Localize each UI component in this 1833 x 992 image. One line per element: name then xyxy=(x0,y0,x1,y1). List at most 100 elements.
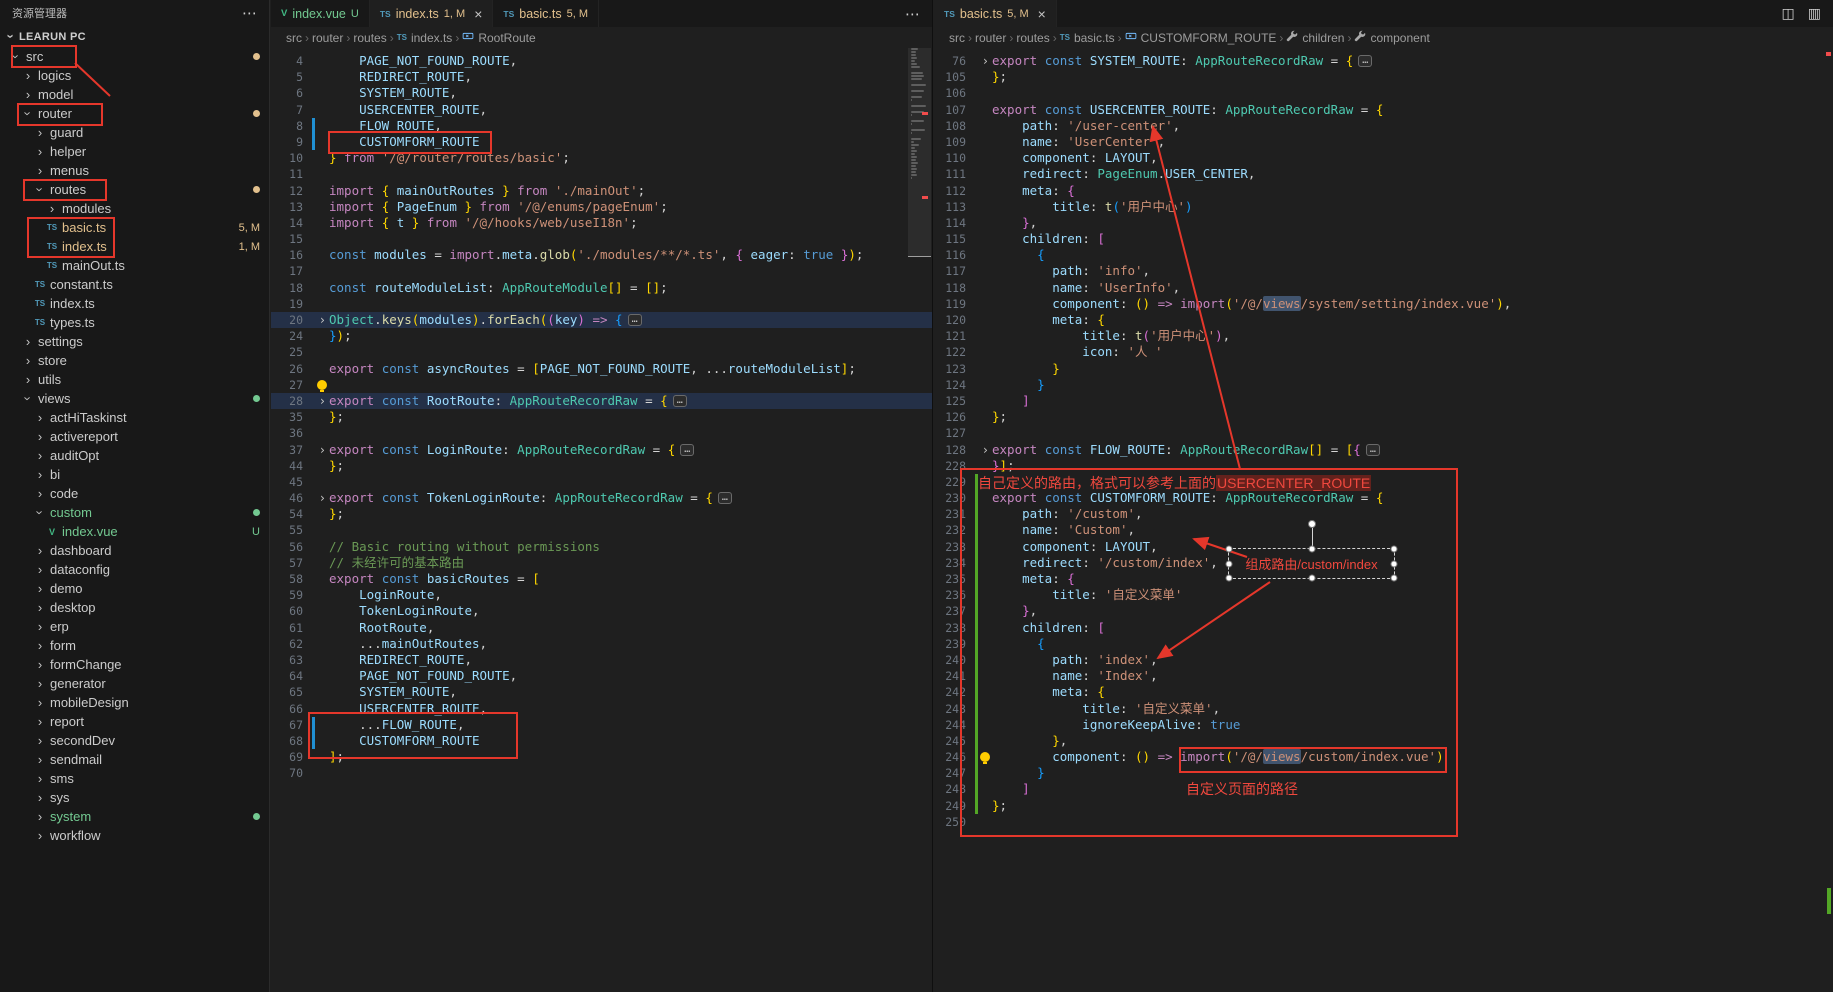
breadcrumb-item-basic.ts[interactable]: TSbasic.ts xyxy=(1060,31,1115,45)
chevron-right-icon[interactable]: › xyxy=(32,467,48,482)
code-line[interactable]: 229 xyxy=(934,474,1833,490)
code-line[interactable]: 63 REDIRECT_ROUTE, xyxy=(271,652,932,668)
code-line[interactable]: 24}); xyxy=(271,328,932,344)
code-line[interactable]: 248 ] xyxy=(934,781,1833,797)
code-line[interactable]: 56// Basic routing without permissions xyxy=(271,539,932,555)
code-line[interactable]: 128›export const FLOW_ROUTE: AppRouteRec… xyxy=(934,442,1833,458)
chevron-right-icon[interactable]: › xyxy=(32,562,48,577)
code-line[interactable]: 45 xyxy=(271,474,932,490)
tree-item-system[interactable]: ›system xyxy=(0,807,269,826)
code-line[interactable]: 231 path: '/custom', xyxy=(934,506,1833,522)
code-line[interactable]: 234 redirect: '/custom/index', xyxy=(934,555,1833,571)
fold-chevron-icon[interactable]: › xyxy=(319,393,326,409)
chevron-down-icon[interactable]: › xyxy=(9,49,24,65)
explorer-more-actions-icon[interactable]: ⋯ xyxy=(242,4,257,22)
minimap[interactable] xyxy=(911,48,927,183)
breadcrumb-item-routes[interactable]: routes xyxy=(1016,31,1049,45)
breadcrumb-item-RootRoute[interactable]: RootRoute xyxy=(462,30,535,45)
chevron-down-icon[interactable]: › xyxy=(33,182,48,198)
code-line[interactable]: 65 SYSTEM_ROUTE, xyxy=(271,684,932,700)
fold-chevron-icon[interactable]: › xyxy=(319,312,326,328)
breadcrumb-item-CUSTOMFORM_ROUTE[interactable]: CUSTOMFORM_ROUTE xyxy=(1125,30,1277,45)
code-line[interactable]: 114 }, xyxy=(934,215,1833,231)
tree-item-form[interactable]: ›form xyxy=(0,636,269,655)
close-icon[interactable]: × xyxy=(474,6,482,22)
chevron-right-icon[interactable]: › xyxy=(32,543,48,558)
fold-ellipsis[interactable]: … xyxy=(718,492,732,504)
tree-item-helper[interactable]: ›helper xyxy=(0,142,269,161)
code-line[interactable]: 235 meta: { xyxy=(934,571,1833,587)
tabbar-more-actions-icon[interactable]: ⋯ xyxy=(893,5,932,23)
code-line[interactable]: 5 REDIRECT_ROUTE, xyxy=(271,69,932,85)
code-line[interactable]: 28›export const RootRoute: AppRouteRecor… xyxy=(271,393,932,409)
breadcrumb-item-component[interactable]: component xyxy=(1354,30,1429,45)
breadcrumb-item-src[interactable]: src xyxy=(949,31,965,45)
code-line[interactable]: 70 xyxy=(271,765,932,781)
code-line[interactable]: 55 xyxy=(271,522,932,538)
fold-ellipsis[interactable]: … xyxy=(1358,55,1372,67)
tree-item-auditOpt[interactable]: ›auditOpt xyxy=(0,446,269,465)
code-area[interactable]: 4 PAGE_NOT_FOUND_ROUTE,5 REDIRECT_ROUTE,… xyxy=(271,48,932,781)
code-line[interactable]: 244 ignoreKeepAlive: true xyxy=(934,717,1833,733)
code-line[interactable]: 44}; xyxy=(271,458,932,474)
code-line[interactable]: 17 xyxy=(271,263,932,279)
code-line[interactable]: 105}; xyxy=(934,69,1833,85)
code-line[interactable]: 250 xyxy=(934,814,1833,830)
code-line[interactable]: 109 name: 'UserCenter', xyxy=(934,134,1833,150)
code-line[interactable]: 76›export const SYSTEM_ROUTE: AppRouteRe… xyxy=(934,53,1833,69)
tree-item-index.ts[interactable]: TSindex.ts xyxy=(0,294,269,313)
tree-item-activereport[interactable]: ›activereport xyxy=(0,427,269,446)
code-line[interactable]: 108 path: '/user-center', xyxy=(934,118,1833,134)
tab-basic.ts[interactable]: TSbasic.ts5, M xyxy=(493,0,599,27)
code-line[interactable]: 119 component: () => import('/@/views/sy… xyxy=(934,296,1833,312)
tree-item-mainOut.ts[interactable]: TSmainOut.ts xyxy=(0,256,269,275)
code-line[interactable]: 14import { t } from '/@/hooks/web/useI18… xyxy=(271,215,932,231)
tree-item-bi[interactable]: ›bi xyxy=(0,465,269,484)
tree-item-formChange[interactable]: ›formChange xyxy=(0,655,269,674)
chevron-right-icon[interactable]: › xyxy=(32,695,48,710)
tree-item-custom[interactable]: ›custom xyxy=(0,503,269,522)
code-line[interactable]: 37›export const LoginRoute: AppRouteReco… xyxy=(271,442,932,458)
tree-item-guard[interactable]: ›guard xyxy=(0,123,269,142)
code-line[interactable]: 120 meta: { xyxy=(934,312,1833,328)
fold-ellipsis[interactable]: … xyxy=(628,314,642,326)
code-line[interactable]: 117 path: 'info', xyxy=(934,263,1833,279)
code-line[interactable]: 20›Object.keys(modules).forEach((key) =>… xyxy=(271,312,932,328)
code-line[interactable]: 7 USERCENTER_ROUTE, xyxy=(271,102,932,118)
lightbulb-icon[interactable] xyxy=(980,752,990,762)
fold-chevron-icon[interactable]: › xyxy=(982,442,989,458)
code-line[interactable]: 126}; xyxy=(934,409,1833,425)
code-line[interactable]: 60 TokenLoginRoute, xyxy=(271,603,932,619)
chevron-right-icon[interactable]: › xyxy=(32,429,48,444)
tree-item-index.vue[interactable]: Vindex.vueU xyxy=(0,522,269,541)
chevron-right-icon[interactable]: › xyxy=(32,733,48,748)
chevron-right-icon[interactable]: › xyxy=(32,714,48,729)
tree-item-dataconfig[interactable]: ›dataconfig xyxy=(0,560,269,579)
chevron-right-icon[interactable]: › xyxy=(32,410,48,425)
code-line[interactable]: 116 { xyxy=(934,247,1833,263)
tree-item-generator[interactable]: ›generator xyxy=(0,674,269,693)
code-line[interactable]: 233 component: LAYOUT, xyxy=(934,539,1833,555)
chevron-down-icon[interactable]: › xyxy=(21,391,36,407)
code-line[interactable]: 13import { PageEnum } from '/@/enums/pag… xyxy=(271,199,932,215)
tree-item-logics[interactable]: ›logics xyxy=(0,66,269,85)
chevron-down-icon[interactable]: › xyxy=(21,106,36,122)
code-line[interactable]: 238 children: [ xyxy=(934,620,1833,636)
fold-chevron-icon[interactable]: › xyxy=(982,53,989,69)
chevron-right-icon[interactable]: › xyxy=(20,87,36,102)
code-line[interactable]: 236 title: '自定义菜单' xyxy=(934,587,1833,603)
tree-item-report[interactable]: ›report xyxy=(0,712,269,731)
code-line[interactable]: 113 title: t('用户中心') xyxy=(934,199,1833,215)
code-line[interactable]: 6 SYSTEM_ROUTE, xyxy=(271,85,932,101)
chevron-right-icon[interactable]: › xyxy=(32,144,48,159)
chevron-down-icon[interactable]: › xyxy=(33,505,48,521)
code-line[interactable]: 107export const USERCENTER_ROUTE: AppRou… xyxy=(934,102,1833,118)
code-line[interactable]: 118 name: 'UserInfo', xyxy=(934,280,1833,296)
tree-item-menus[interactable]: ›menus xyxy=(0,161,269,180)
code-line[interactable]: 35}; xyxy=(271,409,932,425)
code-line[interactable]: 232 name: 'Custom', xyxy=(934,522,1833,538)
chevron-right-icon[interactable]: › xyxy=(32,790,48,805)
code-line[interactable]: 115 children: [ xyxy=(934,231,1833,247)
code-line[interactable]: 246 component: () => import('/@/views/cu… xyxy=(934,749,1833,765)
code-line[interactable]: 240 path: 'index', xyxy=(934,652,1833,668)
